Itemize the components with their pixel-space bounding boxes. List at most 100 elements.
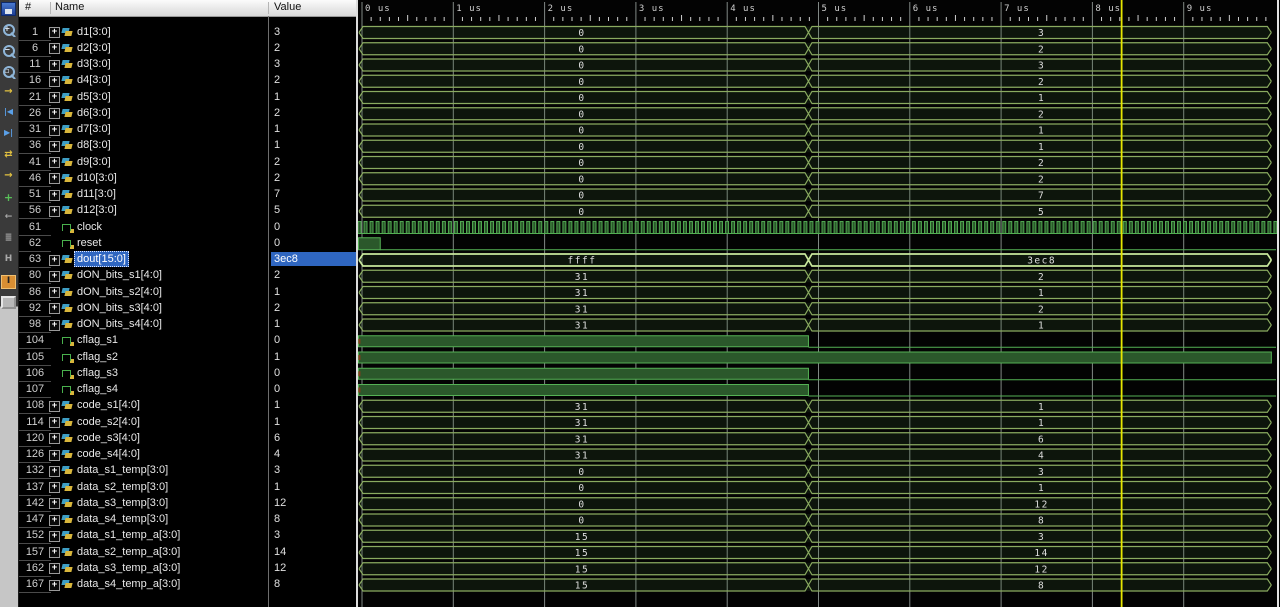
signal-row[interactable]: 1 + d1[3:0] 3: [18, 24, 356, 40]
expand-icon[interactable]: +: [49, 531, 60, 542]
expand-icon[interactable]: +: [49, 43, 60, 54]
signal-row[interactable]: 142 + data_s3_temp[3:0] 12: [18, 495, 356, 511]
expand-icon[interactable]: +: [49, 157, 60, 168]
clock-pulse: [1105, 222, 1108, 234]
clock-pulse: [943, 222, 946, 234]
clock-pulse: [647, 222, 650, 234]
snap-to-transition-icon[interactable]: ≣: [1, 233, 16, 247]
signal-row[interactable]: 21 + d5[3:0] 1: [18, 89, 356, 105]
expand-icon[interactable]: +: [49, 206, 60, 217]
signal-row[interactable]: 137 + data_s2_temp[3:0] 1: [18, 479, 356, 495]
signal-row[interactable]: 98 + dON_bits_s4[4:0] 1: [18, 316, 356, 332]
goto-time-icon[interactable]: →: [1, 86, 16, 100]
expand-icon[interactable]: +: [49, 498, 60, 509]
expand-icon[interactable]: +: [49, 515, 60, 526]
expand-icon[interactable]: +: [49, 401, 60, 412]
clock-pulse: [587, 222, 590, 234]
column-divider[interactable]: [268, 2, 269, 14]
expand-icon[interactable]: +: [49, 173, 60, 184]
clock-pulse: [617, 222, 620, 234]
expand-icon[interactable]: +: [49, 271, 60, 282]
signal-row[interactable]: 6 + d2[3:0] 2: [18, 40, 356, 56]
expand-icon[interactable]: +: [49, 27, 60, 38]
signal-row[interactable]: 51 + d11[3:0] 7: [18, 186, 356, 202]
expand-icon[interactable]: +: [49, 92, 60, 103]
expand-icon[interactable]: +: [49, 417, 60, 428]
signal-value: 2: [271, 106, 357, 120]
zoom-to-area-icon[interactable]: ▫: [1, 65, 16, 79]
signal-row[interactable]: 86 + dON_bits_s2[4:0] 1: [18, 284, 356, 300]
swap-cursors-icon[interactable]: ⇄: [1, 149, 16, 163]
next-transition-icon[interactable]: →: [1, 170, 16, 184]
expand-icon[interactable]: +: [49, 547, 60, 558]
signal-row[interactable]: 62 + reset 0: [18, 235, 356, 251]
signal-row[interactable]: 108 + code_s1[4:0] 1: [18, 397, 356, 413]
clock-pulse: [671, 222, 674, 234]
go-to-end-icon[interactable]: ▶|: [1, 128, 16, 142]
signal-row[interactable]: 147 + data_s4_temp[3:0] 8: [18, 511, 356, 527]
signal-row[interactable]: 16 + d4[3:0] 2: [18, 72, 356, 88]
go-to-start-icon[interactable]: |◀: [1, 107, 16, 121]
signal-row[interactable]: 36 + d8[3:0] 1: [18, 137, 356, 153]
zoom-in-icon[interactable]: +: [1, 23, 16, 37]
signal-row[interactable]: 106 + cflag_s3 0: [18, 365, 356, 381]
signal-row[interactable]: 63 + dout[15:0] 3ec8: [18, 251, 356, 267]
expand-icon[interactable]: +: [49, 303, 60, 314]
expand-icon[interactable]: +: [49, 320, 60, 331]
clock-pulse: [677, 222, 680, 234]
signal-row[interactable]: 105 + cflag_s2 1: [18, 349, 356, 365]
expand-icon[interactable]: +: [49, 482, 60, 493]
expand-icon[interactable]: +: [49, 450, 60, 461]
signal-row[interactable]: 120 + code_s3[4:0] 6: [18, 430, 356, 446]
signal-row[interactable]: 31 + d7[3:0] 1: [18, 121, 356, 137]
signal-row[interactable]: 107 + cflag_s4 0: [18, 381, 356, 397]
signal-row[interactable]: 11 + d3[3:0] 3: [18, 56, 356, 72]
signal-row[interactable]: 126 + code_s4[4:0] 4: [18, 446, 356, 462]
signal-row[interactable]: 56 + d12[3:0] 5: [18, 202, 356, 218]
clock-pulse: [683, 222, 686, 234]
signal-row[interactable]: 167 + data_s4_temp_a[3:0] 8: [18, 576, 356, 592]
clock-pulse: [1111, 222, 1114, 234]
bus-value-label: 31: [575, 402, 589, 413]
signal-row[interactable]: 26 + d6[3:0] 2: [18, 105, 356, 121]
signal-value: 1: [271, 138, 357, 152]
drag-zoom-icon[interactable]: [1, 296, 16, 309]
clock-pulse: [448, 222, 451, 234]
expand-icon[interactable]: +: [49, 433, 60, 444]
signal-row[interactable]: 132 + data_s1_temp[3:0] 3: [18, 462, 356, 478]
prev-transition-icon[interactable]: ←: [1, 212, 16, 226]
clock-pulse: [1268, 222, 1271, 234]
expand-icon[interactable]: +: [49, 190, 60, 201]
expand-icon[interactable]: +: [49, 255, 60, 266]
expand-icon[interactable]: +: [49, 563, 60, 574]
expand-icon[interactable]: +: [49, 287, 60, 298]
expand-icon[interactable]: +: [49, 108, 60, 119]
measure-marker-icon[interactable]: H: [1, 254, 16, 268]
signal-row[interactable]: 162 + data_s3_temp_a[3:0] 12: [18, 560, 356, 576]
expand-icon[interactable]: +: [49, 580, 60, 591]
expand-icon[interactable]: +: [49, 76, 60, 87]
signal-row[interactable]: 46 + d10[3:0] 2: [18, 170, 356, 186]
zoom-out-icon[interactable]: −: [1, 44, 16, 58]
signal-row[interactable]: 104 + cflag_s1 0: [18, 332, 356, 348]
bus-value-label: 7: [1038, 191, 1045, 202]
signal-row[interactable]: 80 + dON_bits_s1[4:0] 2: [18, 267, 356, 283]
add-signal-icon[interactable]: +: [1, 191, 16, 205]
expand-icon[interactable]: +: [49, 141, 60, 152]
signal-row[interactable]: 114 + code_s2[4:0] 1: [18, 414, 356, 430]
clock-pulse: [659, 222, 662, 234]
signal-name: dON_bits_s3[4:0]: [74, 300, 165, 316]
column-divider[interactable]: [50, 2, 51, 14]
signal-row[interactable]: 157 + data_s2_temp_a[3:0] 14: [18, 544, 356, 560]
expand-icon[interactable]: +: [49, 60, 60, 71]
signal-row[interactable]: 92 + dON_bits_s3[4:0] 2: [18, 300, 356, 316]
edit-cursor-icon[interactable]: I: [1, 275, 16, 289]
expand-icon[interactable]: +: [49, 466, 60, 477]
save-icon[interactable]: [1, 2, 16, 16]
clock-pulse: [430, 222, 433, 234]
signal-row[interactable]: 61 + clock 0: [18, 219, 356, 235]
signal-row[interactable]: 152 + data_s1_temp_a[3:0] 3: [18, 527, 356, 543]
panel-splitter[interactable]: [356, 0, 358, 607]
signal-row[interactable]: 41 + d9[3:0] 2: [18, 154, 356, 170]
expand-icon[interactable]: +: [49, 125, 60, 136]
